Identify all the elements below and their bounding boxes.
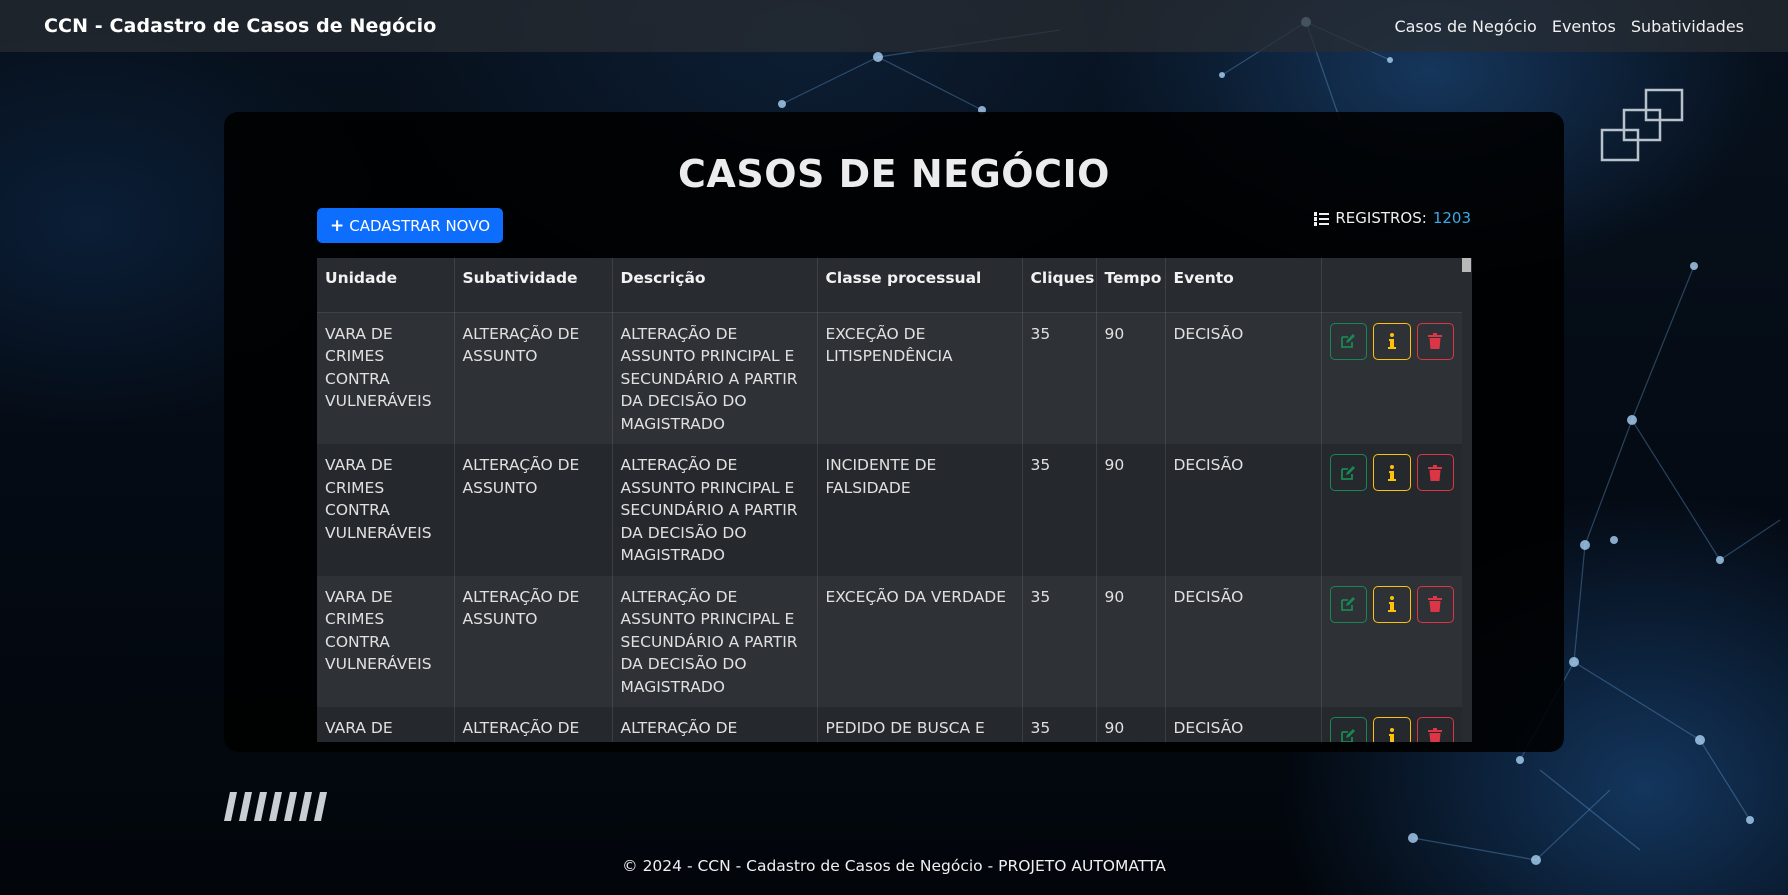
cadastrar-novo-label: CADASTRAR NOVO <box>349 216 491 235</box>
delete-button[interactable] <box>1416 585 1454 623</box>
top-navbar: CCN - Cadastro de Casos de Negócio Casos… <box>0 0 1788 52</box>
cell-descricao: ALTERAÇÃO DE ASSUNTO PRINCIPAL E SECUNDÁ… <box>612 444 818 576</box>
table-row: VARA DE CRIMES CONTRA VULNERÁVEIS ALTERA… <box>317 312 1462 444</box>
nav-link-subatividades[interactable]: Subatividades <box>1631 17 1744 36</box>
info-button[interactable] <box>1373 322 1411 360</box>
trash-icon <box>1428 464 1443 481</box>
cell-cliques: 35 <box>1022 312 1097 444</box>
trash-icon <box>1428 727 1443 742</box>
table-scrollbar-thumb[interactable] <box>1462 258 1471 272</box>
table-row: VARA DE CRIMES CONTRA VULNERÁVEIS ALTERA… <box>317 707 1462 742</box>
edit-icon <box>1341 597 1356 611</box>
cell-unidade: VARA DE CRIMES CONTRA VULNERÁVEIS <box>317 707 455 742</box>
cell-unidade: VARA DE CRIMES CONTRA VULNERÁVEIS <box>317 444 455 576</box>
cell-tempo: 90 <box>1096 312 1166 444</box>
header-tempo[interactable]: Tempo <box>1096 258 1166 313</box>
edit-button[interactable] <box>1329 454 1367 491</box>
row-actions <box>1329 585 1454 623</box>
header-actions <box>1321 258 1462 313</box>
cell-classe-processual: PEDIDO DE BUSCA E APREENSÃO CRIMINAL <box>817 707 1023 742</box>
casos-table-container[interactable]: Unidade Subatividade Descrição Classe pr… <box>317 258 1472 742</box>
cell-descricao: ALTERAÇÃO DE ASSUNTO PRINCIPAL E SECUNDÁ… <box>612 575 818 707</box>
cell-evento: DECISÃO <box>1165 312 1322 444</box>
cell-classe-processual: INCIDENTE DE FALSIDADE <box>817 444 1023 576</box>
row-actions <box>1329 322 1454 360</box>
info-button[interactable] <box>1373 585 1411 623</box>
cell-descricao: ALTERAÇÃO DE ASSUNTO PRINCIPAL E SECUNDÁ… <box>612 707 818 742</box>
cell-unidade: VARA DE CRIMES CONTRA VULNERÁVEIS <box>317 575 455 707</box>
cadastrar-novo-button[interactable]: + CADASTRAR NOVO <box>317 208 503 243</box>
info-icon <box>1387 333 1396 349</box>
cell-actions <box>1321 312 1462 444</box>
nav-link-casos-de-negocio[interactable]: Casos de Negócio <box>1394 17 1536 36</box>
cell-tempo: 90 <box>1096 575 1166 707</box>
edit-button[interactable] <box>1329 585 1367 623</box>
nav-links: Casos de Negócio Eventos Subatividades <box>1394 17 1744 36</box>
records-label: REGISTROS: <box>1335 209 1427 227</box>
plus-icon: + <box>329 215 345 236</box>
cell-unidade: VARA DE CRIMES CONTRA VULNERÁVEIS <box>317 312 455 444</box>
info-icon <box>1387 464 1396 481</box>
brand-title[interactable]: CCN - Cadastro de Casos de Negócio <box>44 15 436 37</box>
header-classe-processual[interactable]: Classe processual <box>817 258 1023 313</box>
row-actions <box>1329 454 1454 491</box>
cell-cliques: 35 <box>1022 575 1097 707</box>
cell-descricao: ALTERAÇÃO DE ASSUNTO PRINCIPAL E SECUNDÁ… <box>612 312 818 444</box>
cell-evento: DECISÃO <box>1165 444 1322 576</box>
table-row: VARA DE CRIMES CONTRA VULNERÁVEIS ALTERA… <box>317 444 1462 576</box>
table-header-row: Unidade Subatividade Descrição Classe pr… <box>317 258 1462 313</box>
header-cliques[interactable]: Cliques <box>1022 258 1097 313</box>
cell-subatividade: ALTERAÇÃO DE ASSUNTO <box>454 575 613 707</box>
edit-icon <box>1341 728 1356 742</box>
cell-evento: DECISÃO <box>1165 707 1322 742</box>
trash-icon <box>1428 333 1443 349</box>
edit-button[interactable] <box>1329 322 1367 360</box>
cell-evento: DECISÃO <box>1165 575 1322 707</box>
edit-button[interactable] <box>1329 717 1367 742</box>
casos-table: Unidade Subatividade Descrição Classe pr… <box>317 258 1462 742</box>
delete-button[interactable] <box>1416 717 1454 742</box>
footer: © 2024 - CCN - Cadastro de Casos de Negó… <box>622 857 1166 875</box>
header-evento[interactable]: Evento <box>1165 258 1322 313</box>
cell-actions <box>1321 576 1462 708</box>
delete-button[interactable] <box>1416 454 1454 491</box>
header-subatividade[interactable]: Subatividade <box>454 258 613 313</box>
info-button[interactable] <box>1373 717 1411 742</box>
page-title: CASOS DE NEGÓCIO <box>678 152 1110 196</box>
cell-classe-processual: EXCEÇÃO DA VERDADE <box>817 575 1023 707</box>
row-actions <box>1329 717 1454 742</box>
edit-icon <box>1341 465 1356 480</box>
cell-actions <box>1321 707 1462 742</box>
header-unidade[interactable]: Unidade <box>317 258 455 313</box>
header-descricao[interactable]: Descrição <box>612 258 818 313</box>
info-icon <box>1387 727 1396 742</box>
cell-cliques: 35 <box>1022 707 1097 742</box>
list-icon <box>1314 211 1330 226</box>
cell-subatividade: ALTERAÇÃO DE ASSUNTO <box>454 444 613 576</box>
edit-icon <box>1341 334 1356 348</box>
cell-tempo: 90 <box>1096 707 1166 742</box>
cell-classe-processual: EXCEÇÃO DE LITISPENDÊNCIA <box>817 312 1023 444</box>
cell-subatividade: ALTERAÇÃO DE ASSUNTO <box>454 312 613 444</box>
decorative-stripes <box>224 792 327 821</box>
cell-tempo: 90 <box>1096 444 1166 576</box>
records-count: 1203 <box>1432 209 1471 227</box>
table-row: VARA DE CRIMES CONTRA VULNERÁVEIS ALTERA… <box>317 575 1462 708</box>
nav-link-eventos[interactable]: Eventos <box>1552 17 1616 36</box>
info-button[interactable] <box>1373 454 1411 491</box>
cell-cliques: 35 <box>1022 444 1097 576</box>
cell-actions <box>1321 444 1462 576</box>
trash-icon <box>1428 596 1443 612</box>
records-counter: REGISTROS: 1203 <box>1314 209 1471 227</box>
info-icon <box>1387 596 1396 612</box>
delete-button[interactable] <box>1416 322 1454 360</box>
cell-subatividade: ALTERAÇÃO DE ASSUNTO <box>454 707 613 742</box>
